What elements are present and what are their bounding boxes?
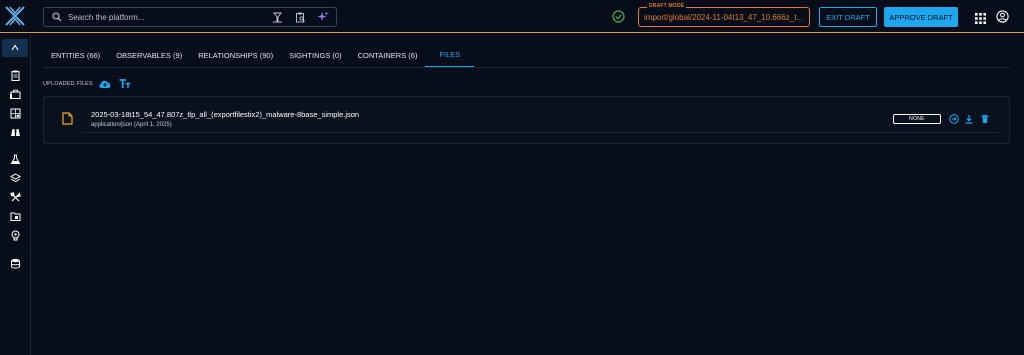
tab-files[interactable]: FILES xyxy=(425,43,475,68)
cloud-upload-icon[interactable] xyxy=(98,77,112,89)
folder-icon[interactable] xyxy=(5,207,25,225)
layers-icon[interactable] xyxy=(5,169,25,187)
filter-funnel-icon[interactable] xyxy=(270,10,284,24)
delete-icon[interactable] xyxy=(980,114,990,124)
draft-mode-field[interactable]: DRAFT MODE import/global/2024-11-04t13_4… xyxy=(638,3,810,27)
marking-badge: NONE xyxy=(893,114,941,124)
uploaded-files-title: UPLOADED FILES xyxy=(43,81,93,87)
flask-icon[interactable] xyxy=(5,150,25,168)
search-icon xyxy=(48,8,66,26)
arrow-circle-icon[interactable] xyxy=(949,114,959,124)
top-bar: DRAFT MODE import/global/2024-11-04t13_4… xyxy=(0,0,1024,33)
text-format-icon[interactable] xyxy=(119,77,131,89)
approve-draft-button[interactable]: APPROVE DRAFT xyxy=(884,7,958,27)
binoculars-icon[interactable] xyxy=(5,123,25,141)
row-divider xyxy=(82,132,999,133)
file-meta: application/json (April 1, 2025) xyxy=(91,122,172,128)
download-icon[interactable] xyxy=(964,114,974,124)
tabs-divider xyxy=(43,67,1010,68)
tab-relationships[interactable]: RELATIONSHIPS (90) xyxy=(190,43,281,68)
report-list-icon[interactable] xyxy=(5,104,25,122)
file-list-item[interactable]: 2025-03-18t15_54_47.807z_tlp_all_(export… xyxy=(44,97,1009,143)
exit-draft-button[interactable]: EXIT DRAFT xyxy=(819,7,877,27)
clipboard-search-icon[interactable] xyxy=(293,10,307,24)
search-input[interactable] xyxy=(68,12,268,22)
draft-mode-value: import/global/2024-11-04t13_47_10.666z_t… xyxy=(644,13,804,22)
collapse-icon[interactable] xyxy=(2,39,28,57)
tools-icon[interactable] xyxy=(5,188,25,206)
brain-icon[interactable] xyxy=(5,226,25,244)
database-icon[interactable] xyxy=(5,254,25,272)
tab-entities[interactable]: ENTITIES (66) xyxy=(43,43,108,68)
tab-sightings[interactable]: SIGHTINGS (0) xyxy=(281,43,350,68)
search-bar xyxy=(43,7,337,27)
file-icon xyxy=(62,112,73,125)
opencti-logo-icon[interactable] xyxy=(4,4,26,28)
tab-bar: ENTITIES (66) OBSERVABLES (9) RELATIONSH… xyxy=(43,43,475,68)
user-circle-icon[interactable] xyxy=(996,10,1009,23)
draft-mode-label: DRAFT MODE xyxy=(647,3,687,9)
file-name: 2025-03-18t15_54_47.807z_tlp_all_(export… xyxy=(91,110,360,119)
tab-containers[interactable]: CONTAINERS (6) xyxy=(350,43,426,68)
clipboard-icon[interactable] xyxy=(5,66,25,84)
left-nav-rail xyxy=(0,34,31,355)
check-circle-icon xyxy=(612,10,625,23)
briefcase-icon[interactable] xyxy=(5,85,25,103)
ai-sparkles-icon[interactable] xyxy=(316,10,330,24)
files-panel: 2025-03-18t15_54_47.807z_tlp_all_(export… xyxy=(43,96,1010,144)
apps-grid-icon[interactable] xyxy=(975,11,986,24)
tab-observables[interactable]: OBSERVABLES (9) xyxy=(108,43,190,68)
